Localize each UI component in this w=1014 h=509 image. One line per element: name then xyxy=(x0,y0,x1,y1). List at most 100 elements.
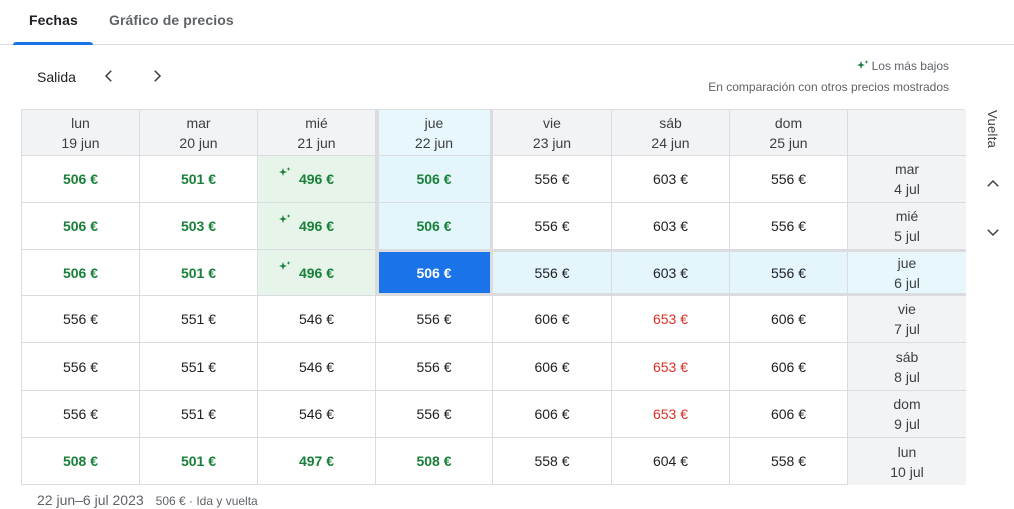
price-cell[interactable]: 603 € xyxy=(612,156,730,203)
price-cell[interactable]: 653 € xyxy=(612,391,730,438)
price-cell[interactable]: 556 € xyxy=(493,203,612,250)
lowest-price-legend: Los más bajos xyxy=(856,59,949,73)
price-value: 546 € xyxy=(298,406,335,422)
price-cell[interactable]: 501 € xyxy=(140,438,258,485)
price-value: 551 € xyxy=(180,311,217,327)
column-date: 20 jun xyxy=(179,134,218,151)
price-cell[interactable]: 653 € xyxy=(612,343,730,391)
price-cell[interactable]: 506 € xyxy=(22,250,140,296)
price-cell[interactable]: 497 € xyxy=(258,438,376,485)
column-date: 19 jun xyxy=(61,134,100,151)
price-cell[interactable]: 556 € xyxy=(376,343,493,391)
next-departure-button[interactable] xyxy=(145,64,169,88)
return-row-header[interactable]: mar 4 jul xyxy=(848,156,966,203)
price-cell[interactable]: 558 € xyxy=(730,438,848,485)
price-value: 556 € xyxy=(770,171,807,187)
departure-column-header[interactable]: jue 22 jun xyxy=(376,110,493,156)
return-row-header[interactable]: jue 6 jul xyxy=(848,250,966,296)
sparkle-icon xyxy=(856,60,869,69)
price-value: 546 € xyxy=(298,358,335,375)
price-cell[interactable]: 606 € xyxy=(493,391,612,438)
price-cell[interactable]: 506 € xyxy=(376,250,493,296)
price-value: 558 € xyxy=(770,453,807,469)
price-cell[interactable]: 606 € xyxy=(730,296,848,343)
return-row-header[interactable]: vie 7 jul xyxy=(848,296,966,343)
tab-grafico-de-precios[interactable]: Gráfico de precios xyxy=(109,12,234,28)
departure-column-header[interactable]: mar 20 jun xyxy=(140,110,258,156)
price-cell[interactable]: 556 € xyxy=(22,343,140,391)
price-cell[interactable]: 503 € xyxy=(140,203,258,250)
next-return-button[interactable] xyxy=(982,221,1004,243)
price-cell[interactable]: 606 € xyxy=(730,391,848,438)
price-value: 496 € xyxy=(298,218,335,234)
column-date: 23 jun xyxy=(532,134,572,151)
column-date: 24 jun xyxy=(651,134,690,151)
price-cell[interactable]: 508 € xyxy=(22,438,140,485)
price-cell[interactable]: 496 € xyxy=(258,250,376,296)
price-cell[interactable]: 501 € xyxy=(140,250,258,296)
price-value: 506 € xyxy=(62,218,99,234)
previous-return-button[interactable] xyxy=(982,173,1004,195)
sparkle-icon xyxy=(279,214,291,223)
price-value: 653 € xyxy=(652,358,689,375)
price-cell[interactable]: 604 € xyxy=(612,438,730,485)
price-cell[interactable]: 603 € xyxy=(612,203,730,250)
price-value: 506 € xyxy=(416,218,452,234)
return-row-header[interactable]: dom 9 jul xyxy=(848,391,966,438)
comparison-note: En comparación con otros precios mostrad… xyxy=(708,80,949,94)
price-cell[interactable]: 551 € xyxy=(140,391,258,438)
chevron-up-icon xyxy=(987,179,999,187)
price-cell[interactable]: 546 € xyxy=(258,296,376,343)
price-cell[interactable]: 556 € xyxy=(730,156,848,203)
price-cell[interactable]: 653 € xyxy=(612,296,730,343)
active-tab-indicator xyxy=(13,42,93,45)
column-date: 21 jun xyxy=(297,134,336,151)
price-cell[interactable]: 606 € xyxy=(730,343,848,391)
price-cell[interactable]: 556 € xyxy=(22,391,140,438)
departure-column-header[interactable]: sáb 24 jun xyxy=(612,110,730,156)
price-cell[interactable]: 556 € xyxy=(493,156,612,203)
row-day: mar xyxy=(894,161,920,177)
salida-label: Salida xyxy=(37,69,76,85)
price-cell[interactable]: 551 € xyxy=(140,296,258,343)
price-cell[interactable]: 496 € xyxy=(258,203,376,250)
price-cell[interactable]: 496 € xyxy=(258,156,376,203)
chevron-right-icon xyxy=(154,70,162,82)
legend-label: Los más bajos xyxy=(871,59,949,73)
price-cell[interactable]: 506 € xyxy=(376,156,493,203)
return-row-header[interactable]: lun 10 jul xyxy=(848,438,966,485)
return-row-header[interactable]: mié 5 jul xyxy=(848,203,966,250)
price-cell[interactable]: 546 € xyxy=(258,343,376,391)
departure-column-header[interactable]: mié 21 jun xyxy=(258,110,376,156)
price-cell[interactable]: 603 € xyxy=(612,250,730,296)
price-cell[interactable]: 556 € xyxy=(376,391,493,438)
departure-column-header[interactable]: vie 23 jun xyxy=(493,110,612,156)
price-cell[interactable]: 508 € xyxy=(376,438,493,485)
price-cell[interactable]: 506 € xyxy=(376,203,493,250)
price-cell[interactable]: 558 € xyxy=(493,438,612,485)
price-value: 556 € xyxy=(62,358,99,375)
price-cell[interactable]: 606 € xyxy=(493,343,612,391)
price-cell[interactable]: 551 € xyxy=(140,343,258,391)
price-cell[interactable]: 546 € xyxy=(258,391,376,438)
price-cell[interactable]: 506 € xyxy=(22,156,140,203)
row-date: 10 jul xyxy=(890,463,924,480)
price-cell[interactable]: 556 € xyxy=(493,250,612,296)
price-cell[interactable]: 556 € xyxy=(730,203,848,250)
price-cell[interactable]: 556 € xyxy=(22,296,140,343)
departure-column-header[interactable]: lun 19 jun xyxy=(22,110,140,156)
price-value: 556 € xyxy=(62,406,99,422)
price-cell[interactable]: 556 € xyxy=(376,296,493,343)
column-date: 25 jun xyxy=(769,134,808,151)
price-cell[interactable]: 606 € xyxy=(493,296,612,343)
departure-column-header[interactable]: dom 25 jun xyxy=(730,110,848,156)
tab-fechas[interactable]: Fechas xyxy=(29,12,78,28)
price-cell[interactable]: 506 € xyxy=(22,203,140,250)
price-cell[interactable]: 501 € xyxy=(140,156,258,203)
price-cell[interactable]: 556 € xyxy=(730,250,848,296)
sparkle-icon xyxy=(279,261,291,270)
price-value: 506 € xyxy=(416,171,452,187)
return-row-header[interactable]: sáb 8 jul xyxy=(848,343,966,391)
previous-departure-button[interactable] xyxy=(97,64,121,88)
price-value: 556 € xyxy=(416,358,452,375)
